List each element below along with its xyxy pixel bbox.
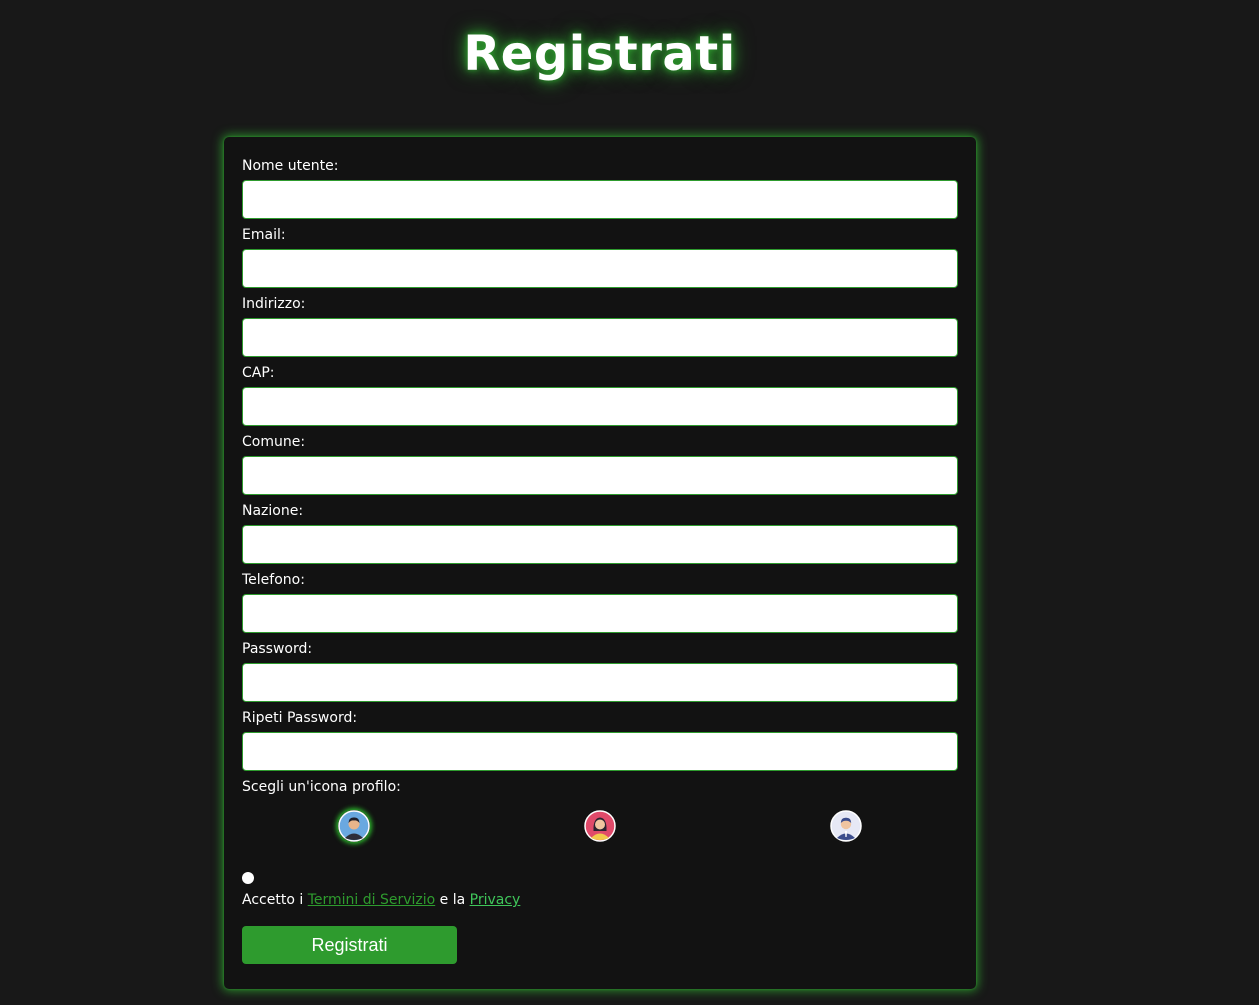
cap-input[interactable] [242,387,958,426]
email-label: Email: [242,227,286,243]
email-input[interactable] [242,249,958,288]
city-input[interactable] [242,456,958,495]
phone-label: Telefono: [242,572,305,588]
username-input[interactable] [242,180,958,219]
terms-prefix: Accetto i [242,892,304,908]
phone-input[interactable] [242,594,958,633]
repeat-password-label: Ripeti Password: [242,710,358,726]
country-label: Nazione: [242,503,304,519]
terms-statement: Accetto i Termini di Servizio e la Priva… [242,891,520,909]
password-input[interactable] [242,663,958,702]
username-label: Nome utente: [242,158,339,174]
terms-of-service-link[interactable]: Termini di Servizio [308,892,436,908]
terms-middle: e la [439,892,466,908]
privacy-link[interactable]: Privacy [470,892,521,908]
registration-form: Nome utente: Email: Indirizzo: CAP: Comu… [224,137,976,989]
avatar-woman-icon[interactable] [584,810,616,842]
city-label: Comune: [242,434,306,450]
address-label: Indirizzo: [242,296,306,312]
register-button[interactable]: Registrati [242,926,457,964]
country-input[interactable] [242,525,958,564]
profile-icon-label: Scegli un'icona profilo: [242,779,401,795]
address-input[interactable] [242,318,958,357]
password-label: Password: [242,641,313,657]
avatar-man-suit-icon[interactable] [830,810,862,842]
accept-terms-radio[interactable] [242,872,254,884]
avatar-man-dark-hair-icon[interactable] [338,810,370,842]
page-title: Registrati [463,26,736,82]
cap-label: CAP: [242,365,275,381]
repeat-password-input[interactable] [242,732,958,771]
